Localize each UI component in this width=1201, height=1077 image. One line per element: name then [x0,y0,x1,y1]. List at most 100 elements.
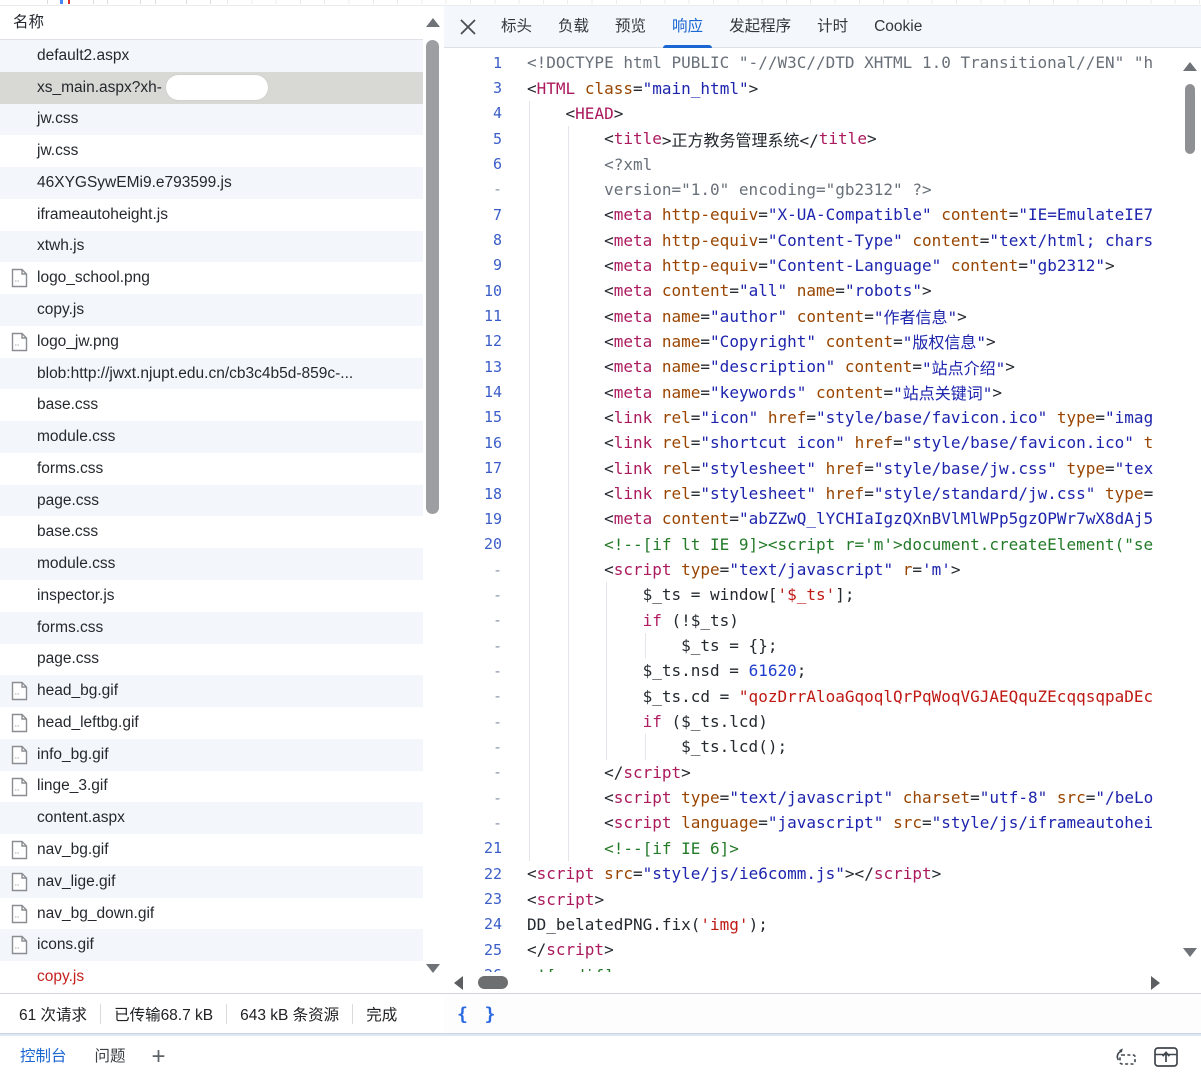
request-row[interactable]: nav_bg_down.gif [0,898,423,930]
drawer-tab-问题[interactable]: 问题 [81,1036,140,1077]
indent-guide [606,582,607,607]
indent-guide [568,329,569,354]
request-row[interactable]: default2.aspx [0,40,423,72]
indent-guide [529,329,530,354]
request-row[interactable]: jw.css [0,135,423,167]
indent-guide [529,126,530,151]
line-number: 12 [444,332,502,350]
request-row[interactable]: module.css [0,421,423,453]
request-row[interactable]: forms.css [0,612,423,644]
response-toolbar: { } [444,993,1201,1034]
rotate-dashed-frame-icon[interactable] [1113,1046,1139,1068]
request-row[interactable]: module.css [0,548,423,580]
scroll-down-arrow[interactable] [426,964,440,973]
tab-负载[interactable]: 负载 [545,6,602,48]
code-line: 21 <!--[if IE 6]> [444,836,1201,861]
code-horizontal-scrollbar[interactable] [444,972,1201,993]
scroll-up-arrow[interactable] [1183,62,1197,71]
file-icon [11,681,28,701]
request-row[interactable]: content.aspx [0,802,423,834]
scroll-left-arrow[interactable] [454,976,463,990]
request-detail-panel: 标头负载预览响应发起程序计时Cookie 1<!DOCTYPE html PUB… [444,6,1201,1034]
scrollbar-thumb[interactable] [478,976,508,989]
indent-guide [529,658,530,683]
line-number: 18 [444,485,502,503]
format-pretty-print-button[interactable]: { } [457,1004,499,1025]
request-row[interactable]: head_bg.gif [0,675,423,707]
indent-guide [529,810,530,835]
request-row[interactable]: 46XYGSywEMi9.e793599.js [0,167,423,199]
scroll-right-arrow[interactable] [1151,976,1160,990]
tab-发起程序[interactable]: 发起程序 [716,6,804,48]
code-line: 8 <meta http-equiv="Content-Type" conten… [444,227,1201,252]
indent-guide [568,633,569,658]
add-drawer-tab-button[interactable]: + [140,1038,178,1076]
request-row[interactable]: base.css [0,516,423,548]
tab-标头[interactable]: 标头 [488,6,545,48]
drawer-tab-控制台[interactable]: 控制台 [0,1036,81,1077]
close-icon[interactable] [448,6,488,48]
file-icon [11,904,28,924]
tab-计时[interactable]: 计时 [804,6,861,48]
redaction-overlay [166,75,268,100]
request-row[interactable]: inspector.js [0,580,423,612]
request-row[interactable]: nav_lige.gif [0,866,423,898]
request-row[interactable]: jw.css [0,104,423,136]
request-list-header[interactable]: 名称 [0,6,423,40]
request-row[interactable]: iframeautoheight.js [0,199,423,231]
request-row[interactable]: page.css [0,644,423,676]
code-line: 4 <HEAD> [444,101,1201,126]
request-name: nav_bg_down.gif [37,905,154,923]
request-row[interactable]: linge_3.gif [0,771,423,803]
code-line: 26<![endif]--> [444,962,1201,972]
indent-guide [529,481,530,506]
request-name: module.css [37,428,115,446]
indent-guide [529,608,530,633]
tab-Cookie[interactable]: Cookie [861,6,935,48]
request-row[interactable]: xtwh.js [0,231,423,263]
indent-guide [529,227,530,252]
expand-panel-icon[interactable] [1153,1046,1179,1068]
scroll-up-arrow[interactable] [426,18,440,27]
network-request-list-panel: 名称 default2.aspx xs_main.aspx?xh-jw.cssjw… [0,6,444,1034]
request-row[interactable]: nav_bg.gif [0,834,423,866]
request-row[interactable]: icons.gif [0,929,423,961]
timeline-marker-red [68,0,70,4]
line-number: 1 [444,54,502,72]
request-row[interactable]: forms.css [0,453,423,485]
request-row[interactable]: blob:http://jwxt.njupt.edu.cn/cb3c4b5d-8… [0,358,423,390]
indent-guide [606,684,607,709]
code-line: - <script type="text/javascript" r='m'> [444,557,1201,582]
indent-guide [529,760,530,785]
indent-guide [568,785,569,810]
scroll-down-arrow[interactable] [1183,948,1197,957]
request-row[interactable]: logo_school.png [0,262,423,294]
indent-guide [529,303,530,328]
request-row[interactable]: head_leftbg.gif [0,707,423,739]
request-name: default2.aspx [37,47,129,65]
code-line: - if (!$_ts) [444,608,1201,633]
tab-预览[interactable]: 预览 [602,6,659,48]
indent-guide [529,709,530,734]
request-row[interactable]: copy.js [0,961,423,993]
indent-guide [529,633,530,658]
request-row[interactable]: base.css [0,389,423,421]
request-row[interactable]: copy.js [0,294,423,326]
request-list-scrollbar[interactable] [423,6,444,993]
request-row[interactable]: page.css [0,485,423,517]
line-number: - [444,637,502,655]
request-row[interactable]: xs_main.aspx?xh- [0,72,423,104]
tab-响应[interactable]: 响应 [659,6,716,48]
file-icon [11,713,28,733]
request-row[interactable]: info_bg.gif [0,739,423,771]
code-vertical-scrollbar[interactable] [1181,48,1199,972]
scrollbar-thumb[interactable] [426,40,439,514]
request-name: module.css [37,555,115,573]
request-row[interactable]: logo_jw.png [0,326,423,358]
indent-guide [606,608,607,633]
drawer-action-icons [1113,1046,1201,1068]
code-line: 3<HTML class="main_html"> [444,75,1201,100]
indent-guide [529,202,530,227]
scrollbar-thumb[interactable] [1185,84,1195,154]
indent-guide [568,151,569,176]
